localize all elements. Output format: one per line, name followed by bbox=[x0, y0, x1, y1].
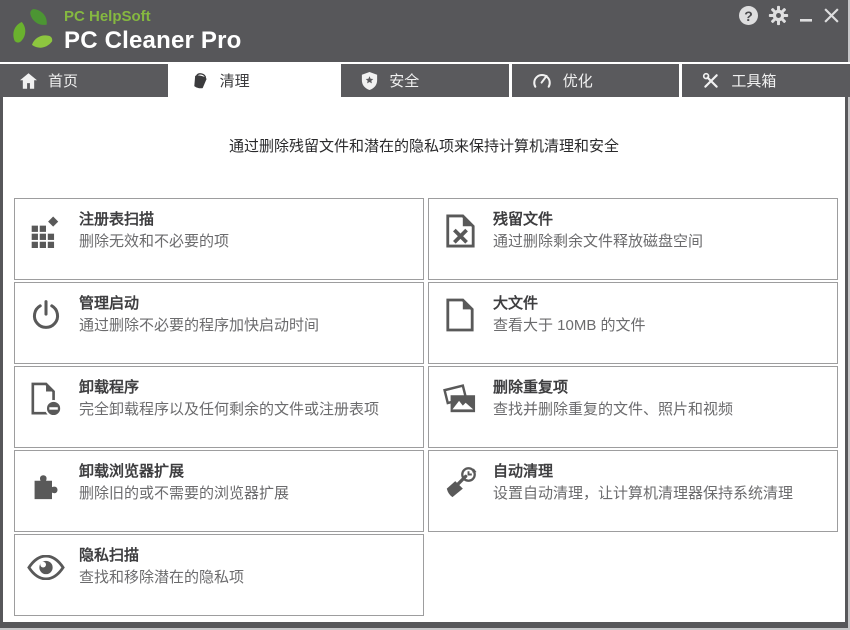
file-x-icon bbox=[439, 207, 481, 255]
pc-helpsoft-leaf-logo bbox=[10, 7, 57, 54]
tab-label: 工具箱 bbox=[731, 70, 776, 91]
card-uninstall-programs[interactable]: 卸载程序完全卸载程序以及任何剩余的文件或注册表项 bbox=[14, 366, 424, 448]
tab-label: 安全 bbox=[389, 70, 419, 91]
auto-clean-icon bbox=[439, 459, 481, 507]
gear-icon bbox=[768, 5, 789, 26]
tab-clean[interactable]: 清理 bbox=[171, 64, 339, 97]
close-button[interactable] bbox=[823, 7, 840, 24]
card-subtitle: 设置自动清理，让计算机清理器保持系统清理 bbox=[493, 483, 793, 505]
tab-home[interactable]: 首页 bbox=[0, 64, 168, 97]
minimize-icon bbox=[799, 7, 813, 25]
shield-star-icon bbox=[361, 72, 378, 90]
clean-bucket-icon bbox=[191, 72, 209, 90]
tab-toolbox[interactable]: 工具箱 bbox=[682, 64, 850, 97]
card-subtitle: 删除旧的或不需要的浏览器扩展 bbox=[79, 483, 289, 505]
card-privacy-scan[interactable]: 隐私扫描查找和移除潜在的隐私项 bbox=[14, 534, 424, 616]
home-icon bbox=[20, 73, 37, 89]
power-icon bbox=[25, 291, 67, 339]
card-leftover-files[interactable]: 残留文件通过删除剩余文件释放磁盘空间 bbox=[428, 198, 838, 280]
feature-card-grid: 注册表扫描删除无效和不必要的项残留文件通过删除剩余文件释放磁盘空间管理启动通过删… bbox=[14, 198, 838, 616]
card-title: 隐私扫描 bbox=[79, 545, 244, 567]
file-blank-icon bbox=[439, 291, 481, 339]
tab-label: 清理 bbox=[220, 70, 250, 91]
card-subtitle: 完全卸载程序以及任何剩余的文件或注册表项 bbox=[79, 399, 379, 421]
brand-block: PC HelpSoft PC Cleaner Pro bbox=[64, 9, 242, 54]
settings-button[interactable] bbox=[768, 5, 789, 26]
card-subtitle: 删除无效和不必要的项 bbox=[79, 231, 229, 253]
card-subtitle: 通过删除不必要的程序加快启动时间 bbox=[79, 315, 319, 337]
tab-security[interactable]: 安全 bbox=[341, 64, 509, 97]
tab-optimize[interactable]: 优化 bbox=[512, 64, 680, 97]
card-large-files[interactable]: 大文件查看大于 10MB 的文件 bbox=[428, 282, 838, 364]
card-subtitle: 查找并删除重复的文件、照片和视频 bbox=[493, 399, 733, 421]
tools-icon bbox=[702, 72, 720, 90]
card-title: 注册表扫描 bbox=[79, 209, 229, 231]
privacy-eye-icon bbox=[25, 543, 67, 591]
card-title: 卸载程序 bbox=[79, 377, 379, 399]
puzzle-icon bbox=[25, 459, 67, 507]
clean-page-description: 通过删除残留文件和潜在的隐私项来保持计算机清理和安全 bbox=[3, 137, 845, 157]
duplicate-photos-icon bbox=[439, 375, 481, 423]
tab-bar: 首页 清理 安全 优化 工具箱 bbox=[0, 64, 850, 97]
card-manage-startup[interactable]: 管理启动通过删除不必要的程序加快启动时间 bbox=[14, 282, 424, 364]
card-registry-scan[interactable]: 注册表扫描删除无效和不必要的项 bbox=[14, 198, 424, 280]
pc-cleaner-pro-window: PC HelpSoft PC Cleaner Pro ? bbox=[0, 0, 850, 630]
registry-icon bbox=[25, 207, 67, 255]
gauge-icon bbox=[532, 72, 552, 89]
card-title: 卸载浏览器扩展 bbox=[79, 461, 289, 483]
card-auto-clean[interactable]: 自动清理设置自动清理，让计算机清理器保持系统清理 bbox=[428, 450, 838, 532]
tab-label: 优化 bbox=[563, 70, 593, 91]
card-title: 残留文件 bbox=[493, 209, 703, 231]
card-title: 删除重复项 bbox=[493, 377, 733, 399]
clean-page-content: 通过删除残留文件和潜在的隐私项来保持计算机清理和安全 注册表扫描删除无效和不必要… bbox=[3, 97, 845, 622]
card-subtitle: 通过删除剩余文件释放磁盘空间 bbox=[493, 231, 703, 253]
close-icon bbox=[823, 7, 840, 24]
card-subtitle: 查找和移除潜在的隐私项 bbox=[79, 567, 244, 589]
help-button[interactable]: ? bbox=[739, 6, 758, 25]
card-uninstall-browser-extensions[interactable]: 卸载浏览器扩展删除旧的或不需要的浏览器扩展 bbox=[14, 450, 424, 532]
file-minus-icon bbox=[25, 375, 67, 423]
title-bar: PC HelpSoft PC Cleaner Pro ? bbox=[0, 0, 850, 62]
brand-top-label: PC HelpSoft bbox=[64, 9, 242, 26]
card-title: 大文件 bbox=[493, 293, 646, 315]
card-title: 管理启动 bbox=[79, 293, 319, 315]
card-title: 自动清理 bbox=[493, 461, 793, 483]
card-subtitle: 查看大于 10MB 的文件 bbox=[493, 315, 646, 337]
question-mark-icon: ? bbox=[744, 8, 753, 24]
tab-label: 首页 bbox=[48, 70, 78, 91]
window-controls: ? bbox=[739, 5, 840, 26]
card-remove-duplicates[interactable]: 删除重复项查找并删除重复的文件、照片和视频 bbox=[428, 366, 838, 448]
app-title: PC Cleaner Pro bbox=[64, 28, 242, 54]
minimize-button[interactable] bbox=[799, 7, 813, 25]
